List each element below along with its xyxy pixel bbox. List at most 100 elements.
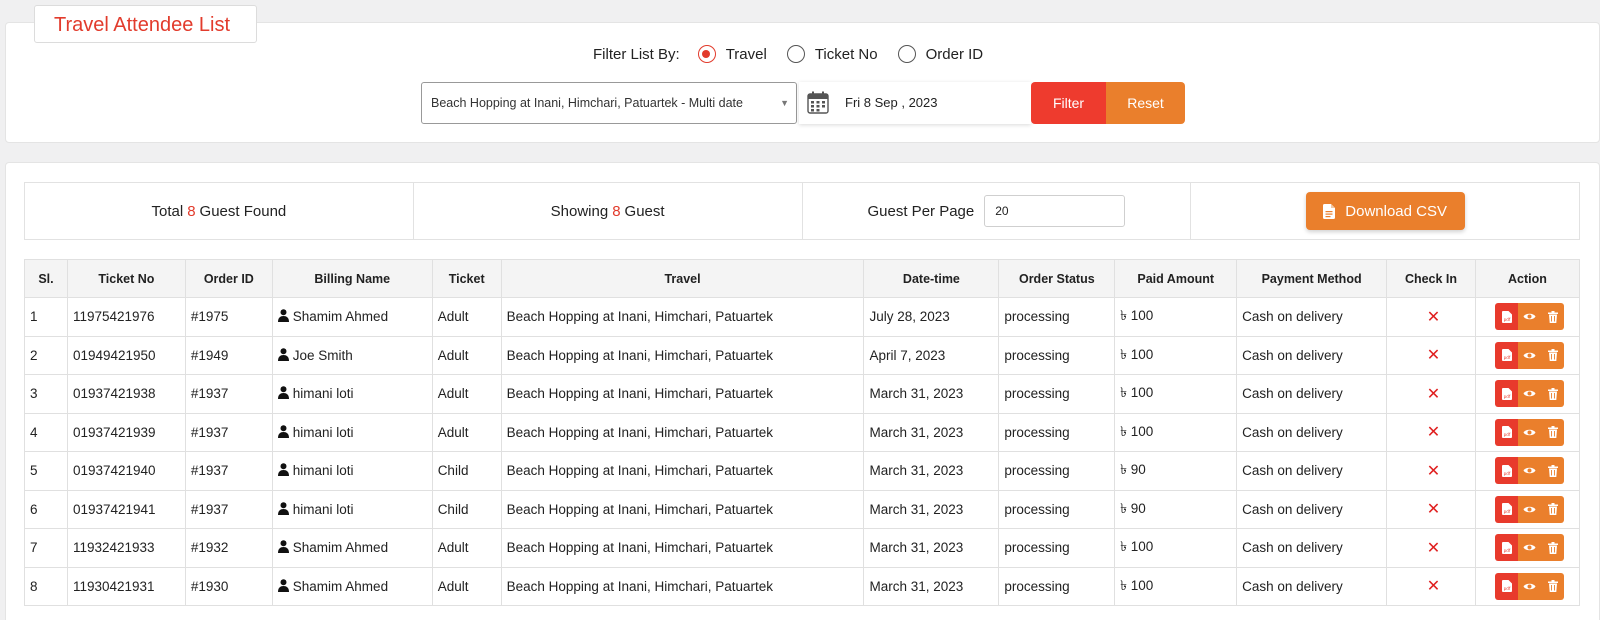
trash-icon[interactable]	[1541, 341, 1565, 369]
eye-icon[interactable]	[1518, 495, 1542, 523]
close-icon[interactable]: ✕	[1427, 386, 1440, 403]
row-actions: pdf	[1495, 495, 1565, 523]
pdf-icon[interactable]: pdf	[1495, 418, 1519, 446]
radio-button-icon[interactable]	[897, 45, 916, 63]
pdf-icon[interactable]: pdf	[1495, 495, 1519, 523]
download-cell: Download CSV	[1191, 183, 1579, 239]
cell-travel: Beach Hopping at Inani, Himchari, Patuar…	[500, 489, 865, 529]
cell-action: pdf	[1474, 412, 1581, 452]
filter-options: Filter List By: Travel Ticket No Order I…	[593, 42, 1003, 66]
cell-payment-method: Cash on delivery	[1236, 528, 1388, 568]
pdf-icon[interactable]: pdf	[1495, 534, 1519, 562]
close-icon[interactable]: ✕	[1427, 501, 1440, 518]
trash-icon[interactable]	[1541, 418, 1565, 446]
header-paid-amount: Paid Amount	[1114, 259, 1238, 298]
close-icon[interactable]: ✕	[1427, 347, 1440, 364]
cell-ticket-no: 01937421941	[66, 489, 186, 529]
trash-icon[interactable]	[1541, 495, 1565, 523]
pdf-icon[interactable]: pdf	[1495, 303, 1519, 331]
row-actions: pdf	[1495, 534, 1565, 562]
cell-billing-name: himani loti	[271, 412, 433, 452]
cell-payment-method: Cash on delivery	[1236, 412, 1388, 452]
cell-paid-amount: ৳ 100	[1114, 528, 1238, 568]
date-value: Fri 8 Sep , 2023	[845, 95, 938, 110]
cell-sl: 4	[24, 412, 68, 452]
header-sl: Sl.	[24, 259, 68, 298]
radio-button-icon[interactable]	[786, 45, 805, 63]
radio-travel[interactable]: Travel	[697, 45, 767, 63]
per-page-label: Guest Per Page	[867, 202, 975, 220]
filter-button[interactable]: Filter	[1031, 82, 1106, 124]
eye-icon[interactable]	[1518, 418, 1542, 446]
trash-icon[interactable]	[1541, 534, 1565, 562]
table-row: 8 11930421931 #1930 Shamim Ahmed Adult Beach …	[24, 566, 1581, 606]
pdf-icon[interactable]: pdf	[1495, 341, 1519, 369]
per-page-input[interactable]	[984, 195, 1126, 227]
table-row: 5 01937421940 #1937 himani loti Child Beach H…	[24, 451, 1581, 491]
eye-icon[interactable]	[1518, 457, 1542, 485]
close-icon[interactable]: ✕	[1427, 578, 1440, 595]
close-icon[interactable]: ✕	[1427, 540, 1440, 557]
cell-date-time: March 31, 2023	[863, 528, 1000, 568]
cell-order-status: processing	[998, 412, 1116, 452]
pdf-icon[interactable]: pdf	[1495, 380, 1519, 408]
attendee-table: Sl. Ticket No Order ID Billing Name Tick…	[24, 259, 1581, 606]
eye-icon[interactable]	[1518, 341, 1542, 369]
eye-icon[interactable]	[1518, 572, 1542, 600]
cell-ticket: Adult	[431, 566, 502, 606]
cell-date-time: March 31, 2023	[863, 412, 1000, 452]
pdf-icon[interactable]: pdf	[1495, 572, 1519, 600]
close-icon[interactable]: ✕	[1427, 463, 1440, 480]
cell-billing-name: Joe Smith	[271, 335, 433, 375]
download-csv-button[interactable]: Download CSV	[1305, 192, 1465, 230]
total-suffix: Guest Found	[199, 202, 287, 220]
close-icon[interactable]: ✕	[1427, 424, 1440, 441]
user-icon	[277, 424, 289, 438]
cell-order-status: processing	[998, 489, 1116, 529]
header-travel: Travel	[500, 259, 865, 298]
cell-billing-name: Shamim Ahmed	[271, 528, 433, 568]
cell-check-in: ✕	[1386, 489, 1476, 529]
cell-ticket: Adult	[431, 412, 502, 452]
radio-order-id[interactable]: Order ID	[897, 45, 983, 63]
cell-paid-amount: ৳ 100	[1114, 335, 1238, 375]
table-row: 4 01937421939 #1937 himani loti Adult Beach H…	[24, 412, 1581, 452]
date-picker[interactable]: Fri 8 Sep , 2023	[799, 82, 1031, 124]
row-actions: pdf	[1495, 380, 1565, 408]
billing-name: himani loti	[292, 501, 354, 517]
eye-icon[interactable]	[1518, 303, 1542, 331]
cell-date-time: March 31, 2023	[863, 374, 1000, 414]
trash-icon[interactable]	[1541, 303, 1565, 331]
cell-check-in: ✕	[1386, 374, 1476, 414]
eye-icon[interactable]	[1518, 534, 1542, 562]
reset-button[interactable]: Reset	[1106, 82, 1185, 124]
table-row: 3 01937421938 #1937 himani loti Adult Beach H…	[24, 374, 1581, 414]
total-count: 8	[187, 202, 196, 220]
trash-icon[interactable]	[1541, 457, 1565, 485]
trash-icon[interactable]	[1541, 380, 1565, 408]
pdf-icon[interactable]: pdf	[1495, 457, 1519, 485]
cell-order-status: processing	[998, 297, 1116, 337]
cell-paid-amount: ৳ 90	[1114, 489, 1238, 529]
row-actions: pdf	[1495, 572, 1565, 600]
cell-ticket: Adult	[431, 335, 502, 375]
cell-action: pdf	[1474, 566, 1581, 606]
eye-icon[interactable]	[1518, 380, 1542, 408]
cell-travel: Beach Hopping at Inani, Himchari, Patuar…	[500, 412, 865, 452]
trash-icon[interactable]	[1541, 572, 1565, 600]
billing-name: Joe Smith	[292, 347, 353, 363]
cell-payment-method: Cash on delivery	[1236, 489, 1388, 529]
user-icon	[277, 386, 289, 400]
row-actions: pdf	[1495, 457, 1565, 485]
header-action: Action	[1474, 259, 1581, 298]
travel-select[interactable]: Beach Hopping at Inani, Himchari, Patuar…	[421, 82, 797, 124]
total-guest-found: Total 8 Guest Found	[25, 183, 414, 239]
radio-ticket-no[interactable]: Ticket No	[786, 45, 878, 63]
radio-button-icon[interactable]	[697, 45, 716, 63]
close-icon[interactable]: ✕	[1427, 309, 1440, 326]
cell-order-id: #1937	[184, 412, 273, 452]
user-icon	[277, 578, 289, 592]
cell-payment-method: Cash on delivery	[1236, 374, 1388, 414]
cell-check-in: ✕	[1386, 412, 1476, 452]
cell-order-id: #1932	[184, 528, 273, 568]
